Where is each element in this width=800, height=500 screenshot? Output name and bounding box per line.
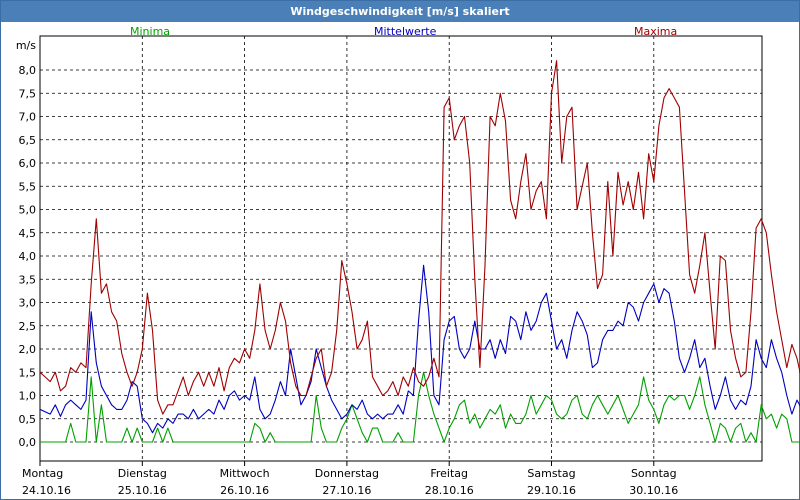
y-tick-label: 6,0	[19, 157, 37, 170]
y-tick-label: 6,5	[19, 134, 37, 147]
x-tick-weekday: Mittwoch	[220, 467, 270, 480]
x-tick-weekday: Freitag	[430, 467, 468, 480]
y-tick-label: 1,0	[19, 390, 37, 403]
y-tick-label: 4,0	[19, 250, 37, 263]
x-tick-weekday: Montag	[22, 467, 63, 480]
y-tick-label: 0,5	[19, 413, 37, 426]
x-tick-weekday: Dienstag	[118, 467, 167, 480]
x-tick-date: 24.10.16	[22, 484, 71, 497]
y-tick-label: 3,0	[19, 297, 37, 310]
y-tick-label: 5,0	[19, 204, 37, 217]
x-tick-date: 28.10.16	[425, 484, 474, 497]
y-tick-label: 7,5	[19, 87, 37, 100]
x-tick-weekday: Samstag	[527, 467, 575, 480]
x-tick-weekday: Sonntag	[631, 467, 677, 480]
x-tick-weekday: Donnerstag	[315, 467, 379, 480]
y-tick-label: 3,5	[19, 273, 37, 286]
y-tick-label: 8,0	[19, 64, 37, 77]
y-axis-unit: m/s	[16, 39, 36, 52]
wind-speed-chart: 0,0 0,5 1,0 1,5 2,0 2,5 3,0 3,5 4,0 4,5 5,0 5,5 6,0 6…	[16, 35, 800, 497]
x-tick-date: 30.10.16	[629, 484, 678, 497]
y-tick-label: 4,5	[19, 227, 37, 240]
y-tick-label: 0,0	[19, 436, 37, 449]
x-tick-date: 25.10.16	[118, 484, 167, 497]
x-tick-date: 29.10.16	[527, 484, 576, 497]
y-tick-label: 7,0	[19, 111, 37, 124]
y-tick-label: 2,5	[19, 320, 37, 333]
y-tick-label: 5,5	[19, 180, 37, 193]
x-tick-date: 27.10.16	[322, 484, 371, 497]
x-tick-date: 26.10.16	[220, 484, 269, 497]
y-tick-label: 2,0	[19, 343, 37, 356]
y-tick-label: 1,5	[19, 366, 37, 379]
